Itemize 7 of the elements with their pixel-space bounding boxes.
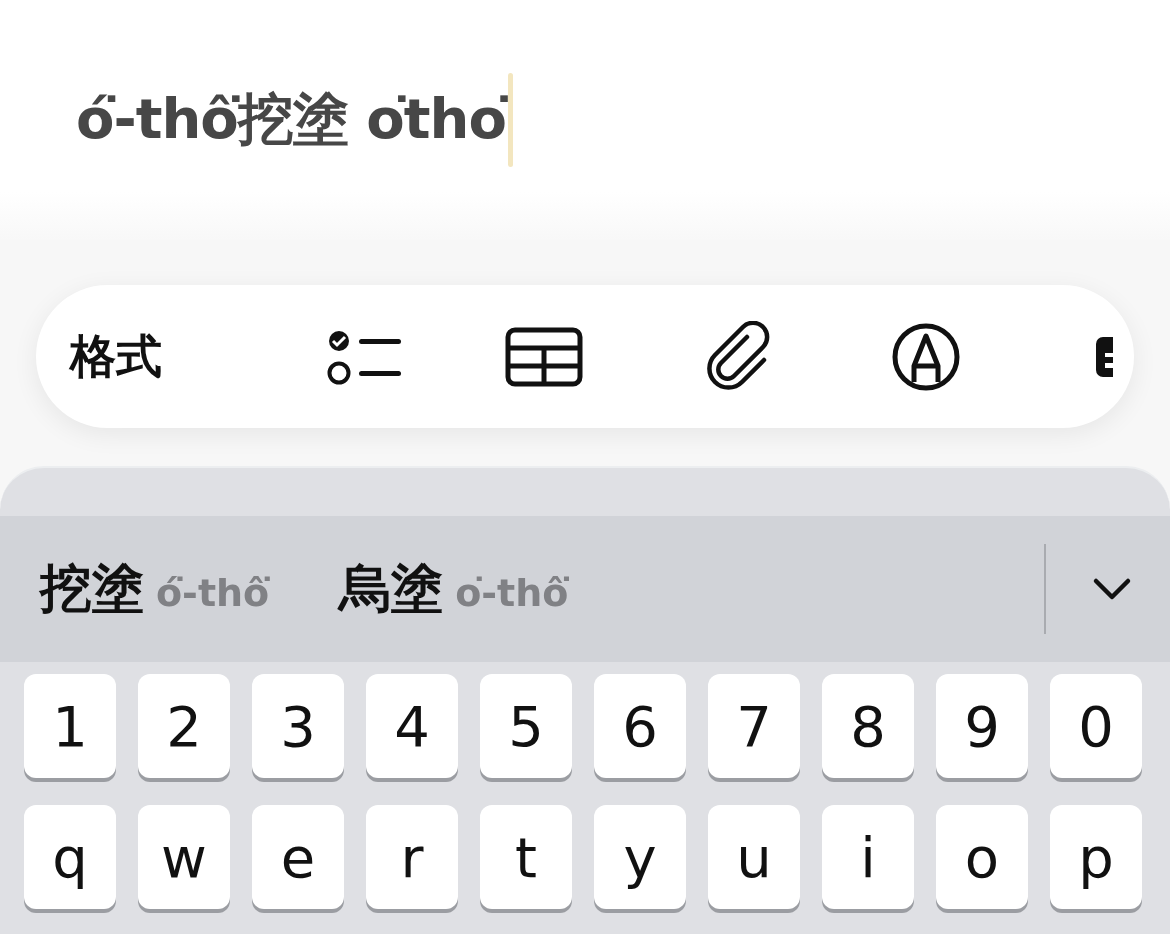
chevron-down-icon[interactable] — [1092, 577, 1132, 601]
candidate[interactable]: 烏塗 o͘-thô͘ — [339, 554, 569, 624]
note-text[interactable]: ó͘-thô͘挖塗 o͘tho͘ — [76, 82, 506, 158]
format-button[interactable]: 格式 — [70, 325, 162, 388]
pen-tip-circle-icon[interactable] — [891, 321, 961, 392]
candidate[interactable]: 挖塗 ó͘-thô͘ — [40, 554, 270, 624]
table-icon[interactable] — [505, 326, 583, 387]
